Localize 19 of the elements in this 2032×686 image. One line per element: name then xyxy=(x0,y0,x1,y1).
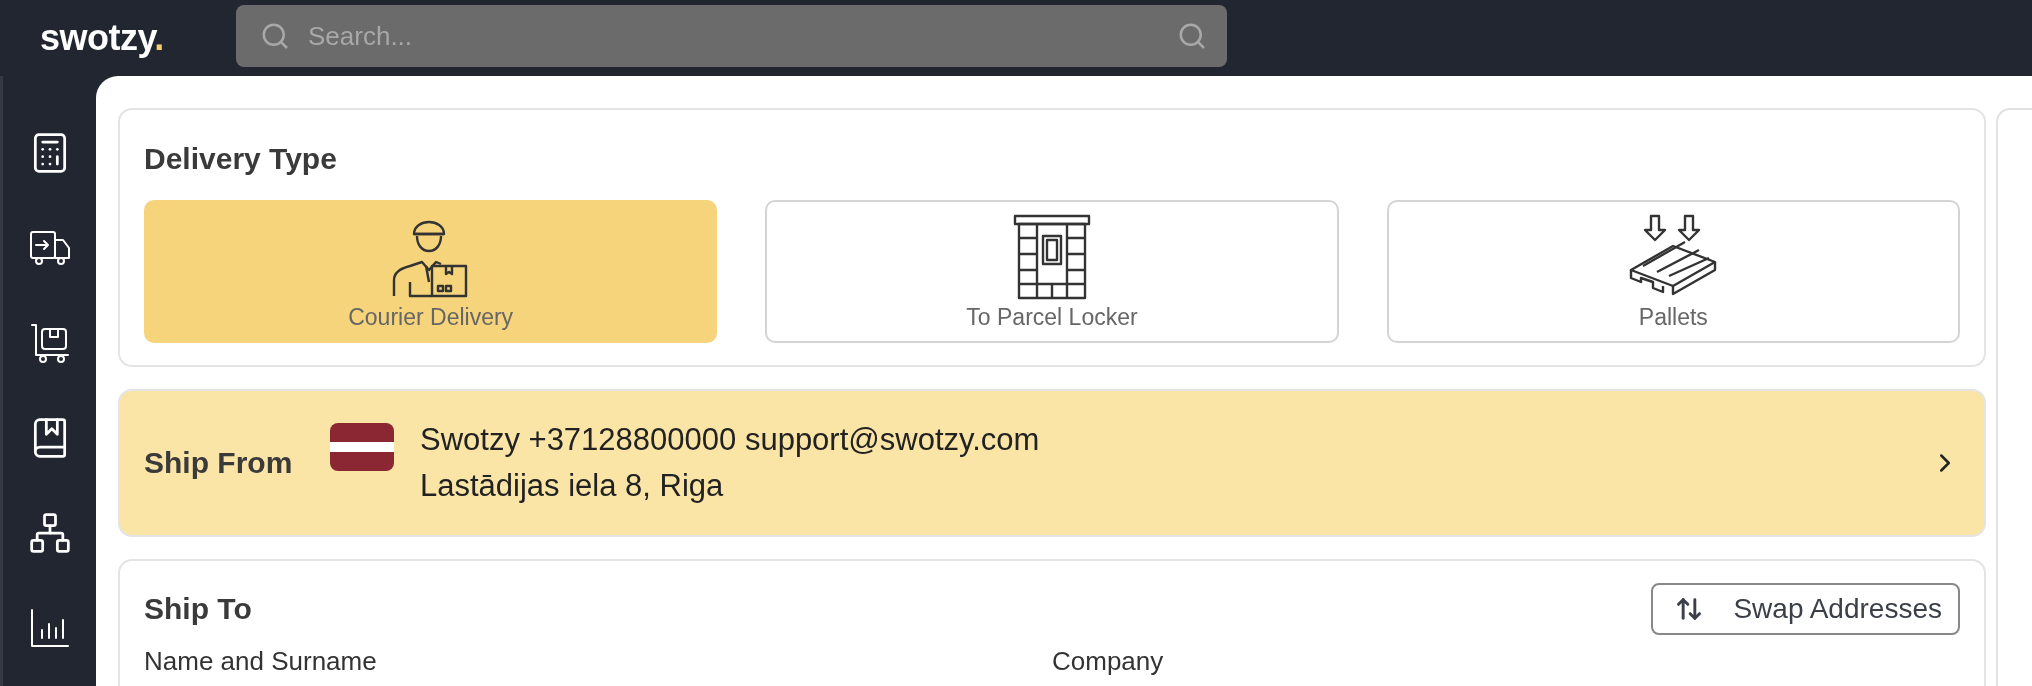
network-icon xyxy=(27,511,72,555)
sender-address: Lastādijas iela 8, Riga xyxy=(420,468,725,504)
delivery-option[interactable]: Pallets xyxy=(1386,200,1960,343)
search-field[interactable]: Search... xyxy=(306,19,1161,53)
field-label: Company xyxy=(1052,647,1165,676)
search-bar[interactable]: Search... xyxy=(236,5,1227,67)
ship-from-card[interactable]: Ship From Swotzy +37128800000 support@swotzy.com Lastādijas iela 8, Riga xyxy=(118,389,1986,537)
logo[interactable]: swotzy. xyxy=(40,17,190,59)
section-title: Ship To xyxy=(144,592,252,626)
delivery-option[interactable]: Courier Delivery xyxy=(144,200,718,343)
section-title: Delivery Type xyxy=(144,142,338,176)
search-icon xyxy=(260,21,290,51)
swap-icon xyxy=(1675,595,1704,623)
latvia-flag-icon xyxy=(330,423,394,471)
field-label: Name and Surname xyxy=(144,647,378,676)
sender-contact: Swotzy +37128800000 support@swotzy.com xyxy=(420,422,1041,458)
swap-addresses-button[interactable]: Swap Addresses xyxy=(1651,583,1960,635)
section-title: Ship From xyxy=(144,446,294,480)
delivery-option[interactable]: To Parcel Locker xyxy=(765,200,1339,343)
